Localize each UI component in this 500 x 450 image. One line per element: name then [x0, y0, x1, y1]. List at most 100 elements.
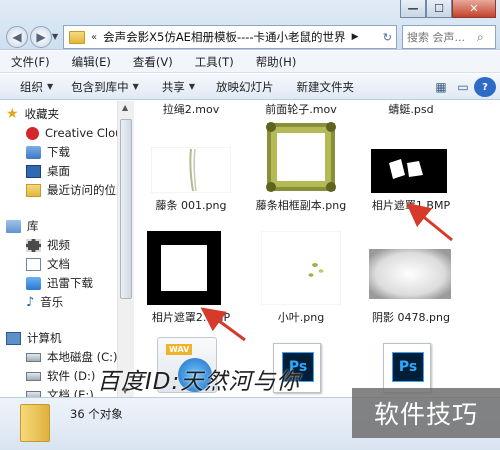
leaf-thumbnail [261, 231, 341, 305]
menu-tools[interactable]: 工具(T) [184, 54, 245, 70]
file-name: 拉绳2.mov [162, 103, 220, 116]
file-name: 藤条 001.png [155, 199, 227, 212]
file-item[interactable]: 蜻蜓.psd [359, 101, 463, 117]
file-name: 蜻蜓.psd [388, 103, 434, 116]
document-library-icon [26, 257, 41, 271]
chevron-down-icon: ▼ [47, 82, 54, 91]
sidebar-item-label: 计算机 [27, 331, 62, 345]
maximize-icon: ☐ [434, 2, 444, 15]
menu-view[interactable]: 查看(V) [122, 54, 184, 70]
sidebar-item-music[interactable]: ♪ 音乐 [26, 291, 63, 313]
tips-watermark-text: 软件技巧 [373, 400, 478, 429]
file-item[interactable]: 前面轮子.mov [249, 101, 353, 117]
slideshow-label: 放映幻灯片 [215, 79, 274, 94]
chevron-down-icon: ▼ [132, 82, 139, 91]
file-name: 相片遮罩1.BMP [371, 199, 451, 212]
include-in-library-label: 包含到库中 [71, 79, 129, 94]
search-icon[interactable]: ⌕ [477, 30, 484, 45]
new-folder-button[interactable]: 新建文件夹 [282, 79, 363, 95]
menu-help[interactable]: 帮助(H) [245, 54, 308, 70]
forward-button[interactable]: ▶ [30, 26, 52, 48]
creative-cloud-icon [26, 126, 39, 140]
sidebar-item-recent-places[interactable]: 最近访问的位置 [26, 179, 117, 201]
sidebar-item-label: 文档 [47, 257, 70, 271]
photoshop-icon: Ps [392, 352, 424, 382]
navigation-pane-scrollbar[interactable]: ▲ ▼ [117, 101, 134, 397]
sidebar-item-label: 最近访问的位置 [47, 183, 117, 197]
library-icon [6, 219, 21, 233]
menu-bar: 文件(F) 编辑(E) 查看(V) 工具(T) 帮助(H) [0, 51, 500, 73]
search-input[interactable] [407, 30, 477, 44]
refresh-icon[interactable]: ↻ [383, 31, 392, 44]
download-folder-icon [26, 145, 41, 159]
include-in-library-button[interactable]: 包含到库中 ▼ [62, 79, 148, 95]
share-label: 共享 [161, 79, 185, 94]
shadow-thumbnail [369, 249, 451, 299]
file-list: 拉绳2.mov 前面轮子.mov 蜻蜓.psd 藤条 001.png 藤条相框副… [135, 101, 500, 397]
file-item[interactable]: 阴影 0478.png [359, 249, 463, 325]
scroll-up-icon[interactable]: ▲ [122, 103, 128, 112]
help-icon: ? [474, 77, 496, 97]
breadcrumb-current-folder[interactable]: 会声会影X5仿AE相册模板----卡通小老鼠的世界 [103, 29, 345, 45]
minimize-icon: — [407, 2, 419, 15]
view-options-icon[interactable]: ▦ [430, 77, 452, 97]
sidebar-item-label: 下载 [47, 145, 70, 159]
window-controls: — ☐ ✕ [400, 0, 496, 18]
file-name: 阴影 0478.png [372, 311, 450, 324]
share-button[interactable]: 共享 ▼ [148, 79, 204, 95]
menu-file[interactable]: 文件(F) [0, 54, 61, 70]
star-icon: ★ [6, 106, 19, 122]
file-item[interactable]: 藤条 001.png [139, 147, 243, 217]
command-bar: 组织 ▼ 包含到库中 ▼ 共享 ▼ 放映幻灯片 新建文件夹 ▦ ▭ ? [0, 74, 500, 100]
frame-thumbnail [266, 122, 336, 192]
sidebar-item-label: 软件 (D:) [47, 369, 96, 383]
sidebar-item-label: 文档 (E:) [47, 388, 94, 397]
tips-watermark: 软件技巧 [352, 388, 500, 438]
file-item[interactable]: 拉绳2.mov [139, 101, 243, 117]
help-button[interactable]: ? [474, 77, 496, 97]
organize-label: 组织 [20, 79, 43, 94]
folder-icon [20, 404, 50, 442]
address-bar[interactable]: « 会声会影X5仿AE相册模板----卡通小老鼠的世界 ▶ ↻ [63, 25, 397, 49]
mask2-thumbnail [147, 231, 221, 305]
forward-arrow-icon: ▶ [36, 30, 46, 44]
search-box[interactable]: ⌕ [402, 25, 496, 49]
file-item[interactable]: 藤条相框副本.png [249, 121, 353, 217]
sidebar-item-drive-e[interactable]: 文档 (E:) [26, 384, 94, 397]
breadcrumb-overflow-icon[interactable]: « [91, 32, 97, 43]
file-name: 藤条相框副本.png [255, 199, 347, 212]
scrollbar-thumb[interactable] [120, 119, 132, 299]
menu-edit[interactable]: 编辑(E) [61, 54, 122, 70]
file-item[interactable]: 小叶.png [249, 229, 353, 325]
organize-button[interactable]: 组织 ▼ [0, 79, 62, 95]
baidu-watermark: 百度ID:天然河与你 [97, 369, 301, 395]
back-arrow-icon: ◀ [12, 30, 22, 44]
chevron-down-icon: ▼ [188, 82, 195, 91]
minimize-button[interactable]: — [400, 0, 426, 18]
sidebar-item-label: 桌面 [47, 164, 70, 178]
file-item[interactable]: 相片遮罩1.BMP [359, 149, 463, 217]
close-icon: ✕ [469, 2, 479, 15]
close-button[interactable]: ✕ [452, 0, 496, 18]
vine-thumbnail [151, 147, 231, 193]
sidebar-item-label: 音乐 [40, 295, 64, 309]
video-library-icon [26, 238, 41, 252]
sidebar-item-label: Creative Clouc [45, 126, 117, 140]
back-button[interactable]: ◀ [6, 26, 28, 48]
slideshow-button[interactable]: 放映幻灯片 [204, 79, 283, 95]
sidebar-item-label: 视频 [47, 238, 70, 252]
wav-badge: WAV [166, 344, 193, 355]
file-name: 相片遮罩2.BMP [151, 311, 231, 324]
computer-icon [6, 331, 21, 345]
preview-pane-icon[interactable]: ▭ [452, 77, 474, 97]
title-bar: — ☐ ✕ ◀ ▶ ▼ « 会声会影X5仿AE相册模板----卡通小老鼠的世界 … [0, 0, 500, 50]
breadcrumb-chevron-icon[interactable]: ▶ [352, 32, 359, 42]
file-item[interactable]: 相片遮罩2.BMP [139, 229, 243, 325]
folder-icon [69, 30, 85, 44]
recent-places-icon [26, 183, 41, 197]
recent-pages-dropdown-icon[interactable]: ▼ [52, 32, 58, 41]
maximize-button[interactable]: ☐ [426, 0, 452, 18]
hard-drive-icon [26, 371, 41, 381]
item-count: 36 个对象 [70, 407, 123, 421]
sidebar-item-label: 迅雷下载 [47, 276, 93, 290]
